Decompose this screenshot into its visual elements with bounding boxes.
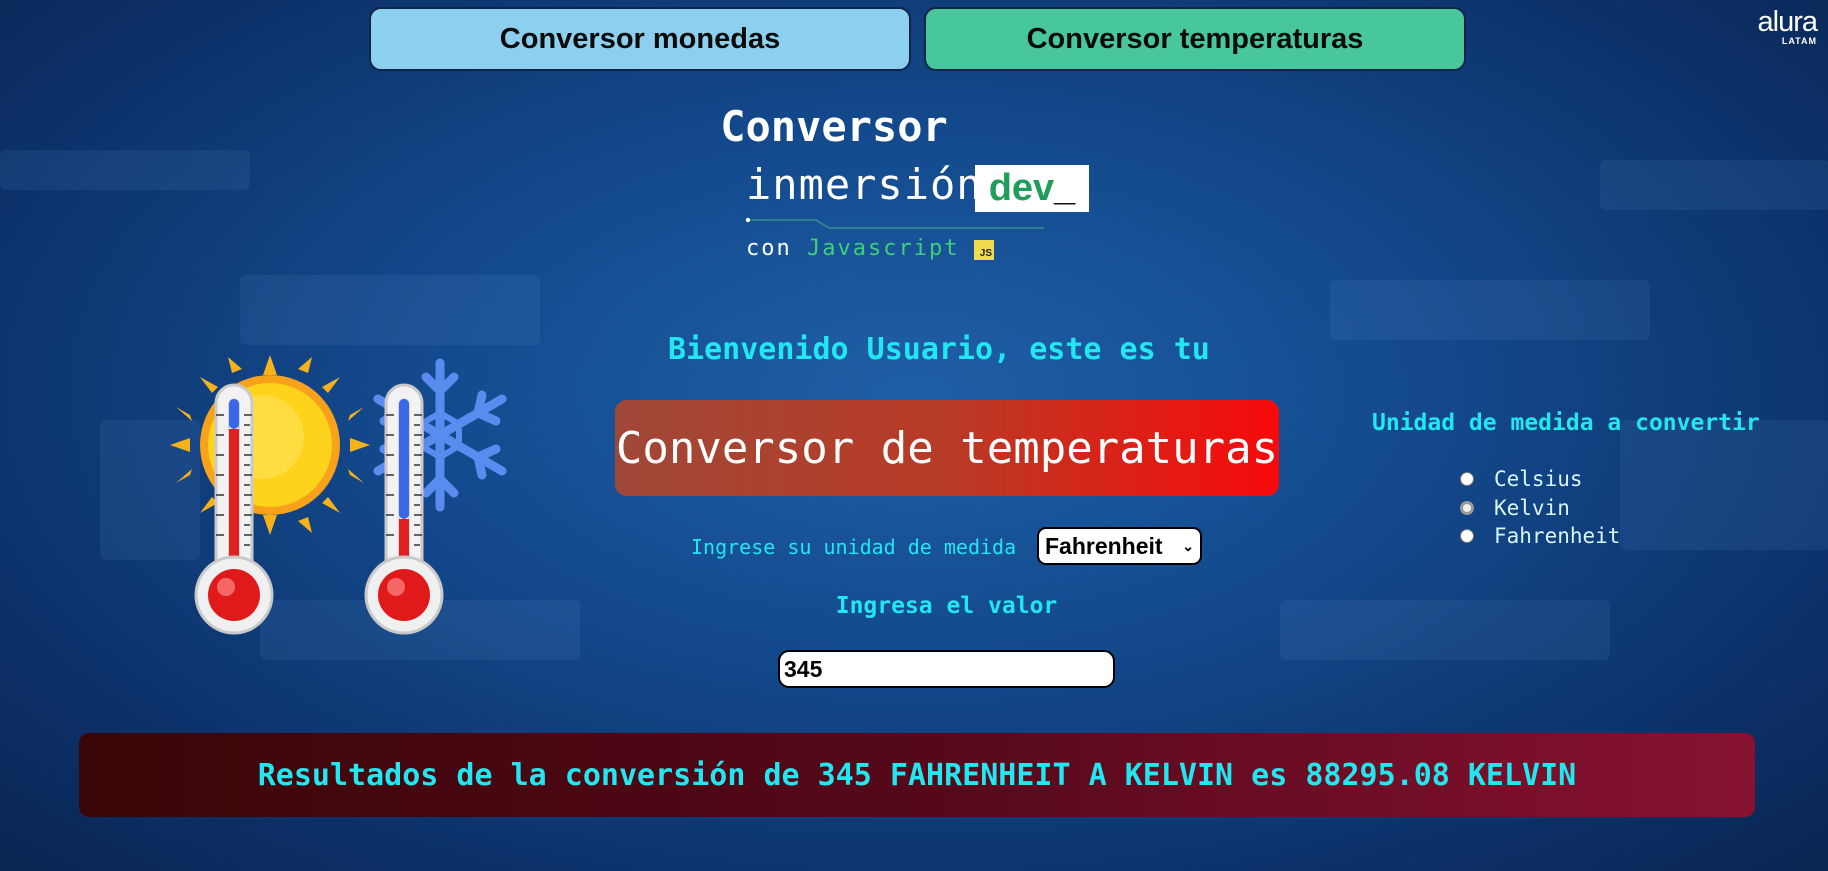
circuit-line-decoration xyxy=(745,217,1044,229)
target-unit-title: Unidad de medida a convertir xyxy=(1372,410,1760,436)
radio-label: Fahrenheit xyxy=(1494,524,1621,548)
result-banner: Resultados de la conversión de 345 FAHRE… xyxy=(79,733,1755,817)
nav-conversor-monedas-button[interactable]: Conversor monedas xyxy=(369,7,911,71)
bg-stripe xyxy=(1330,280,1650,340)
radio-label: Kelvin xyxy=(1494,496,1570,520)
source-unit-select[interactable]: Fahrenheit ⌄ xyxy=(1037,527,1202,565)
bg-stripe xyxy=(0,150,250,190)
radio-fahrenheit[interactable]: Fahrenheit xyxy=(1460,524,1620,548)
radio-label: Celsius xyxy=(1494,467,1583,491)
source-unit-label: Ingrese su unidad de medida xyxy=(691,535,1017,559)
sun-icon xyxy=(170,355,370,535)
cursor-mark: _ xyxy=(1054,167,1076,209)
page-title: Conversor xyxy=(720,102,948,151)
welcome-text: Bienvenido Usuario, este es tu xyxy=(668,332,1210,367)
js-badge-icon: JS xyxy=(974,240,994,260)
alura-logo-text: alura xyxy=(1757,6,1818,38)
con-javascript-text: con Javascript xyxy=(746,236,959,261)
converter-title-banner: Conversor de temperaturas xyxy=(615,400,1279,496)
bg-stripe xyxy=(1620,420,1828,550)
radio-button-selected[interactable] xyxy=(1460,501,1474,515)
value-label: Ingresa el valor xyxy=(835,593,1058,619)
alura-logo: alura LATAM xyxy=(1757,6,1818,47)
dev-logo-text: dev xyxy=(988,167,1055,209)
chevron-down-icon: ⌄ xyxy=(1182,537,1194,554)
nav-conversor-temperaturas-button[interactable]: Conversor temperaturas xyxy=(924,7,1466,71)
dev-logo-box: dev _ xyxy=(975,165,1089,212)
radio-button[interactable] xyxy=(1460,472,1474,486)
inmersion-logo-text: inmersión xyxy=(746,160,983,209)
bg-stripe xyxy=(1600,160,1828,210)
value-input[interactable] xyxy=(778,650,1115,688)
bg-stripe xyxy=(240,275,540,345)
radio-kelvin[interactable]: Kelvin xyxy=(1460,496,1570,520)
con-word: con xyxy=(746,236,792,261)
radio-button[interactable] xyxy=(1460,529,1474,543)
radio-celsius[interactable]: Celsius xyxy=(1460,467,1583,491)
source-unit-selected-value: Fahrenheit xyxy=(1045,532,1163,559)
javascript-word: Javascript xyxy=(807,236,960,261)
